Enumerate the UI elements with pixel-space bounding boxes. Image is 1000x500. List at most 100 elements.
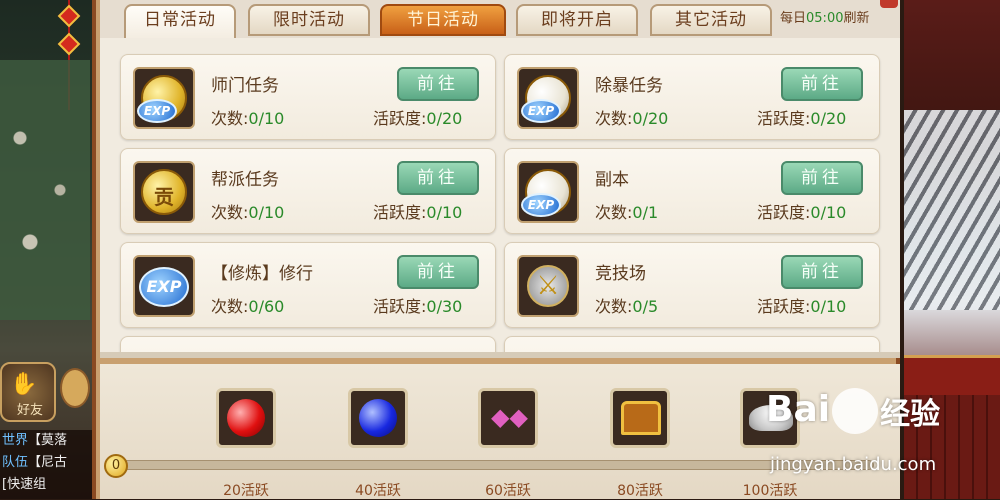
refresh-time: 05:00	[806, 11, 844, 26]
go-button[interactable]: 前往	[397, 161, 479, 195]
activity-count: 次数:0/1	[595, 199, 658, 223]
tab-other[interactable]: 其它活动	[650, 4, 772, 36]
tree-foliage	[0, 60, 90, 320]
baidu-watermark: Bai 经验	[766, 388, 940, 434]
tab-upcoming[interactable]: 即将开启	[516, 4, 638, 36]
lantern-knot	[57, 4, 81, 28]
milestone-label: 40活跃	[355, 483, 401, 499]
go-button[interactable]: 前往	[397, 255, 479, 289]
activity-name: 除暴任务	[595, 76, 663, 96]
exp-badge: EXP	[521, 193, 561, 217]
count-value: 0/10	[248, 203, 285, 222]
game-scene-left: ✋ 好友 世界【莫落 队伍【尼古 [快速组	[0, 0, 92, 499]
activity-name: 帮派任务	[211, 170, 279, 190]
points-value: 0/20	[810, 109, 847, 128]
count-label: 次数:	[211, 109, 249, 128]
swords-glyph: ⚔	[536, 271, 560, 301]
chat-text: 【尼古	[28, 455, 68, 470]
activity-count: 次数:0/10	[211, 105, 284, 129]
reward-box-40[interactable]	[348, 388, 408, 448]
points-label: 活跃度:	[757, 109, 811, 128]
activity-card-partial	[504, 336, 880, 352]
activity-card: EXP 师门任务 前往 次数:0/10 活跃度:0/20	[120, 54, 496, 140]
activity-card: EXP 副本 前往 次数:0/1 活跃度:0/10	[504, 148, 880, 234]
points-label: 活跃度:	[373, 109, 427, 128]
watermark-url: jingyan.baidu.com	[770, 454, 937, 475]
points-value: 0/10	[810, 297, 847, 316]
count-value: 0/1	[632, 203, 659, 222]
points-label: 活跃度:	[757, 297, 811, 316]
activity-points: 活跃度:0/10	[757, 199, 846, 223]
handshake-icon: ✋	[10, 372, 38, 397]
points-label: 活跃度:	[373, 203, 427, 222]
tab-bar: 日常活动 限时活动 节日活动 即将开启 其它活动 每日05:00刷新	[100, 0, 900, 40]
count-value: 0/5	[632, 297, 659, 316]
tab-limited[interactable]: 限时活动	[248, 4, 370, 36]
friend-button[interactable]: ✋ 好友	[0, 362, 56, 422]
milestone-label: 20活跃	[223, 483, 269, 499]
chat-channel-tag: 队伍	[2, 455, 29, 470]
go-button[interactable]: 前往	[781, 255, 863, 289]
watermark-brand: Bai	[766, 389, 831, 430]
activity-progress-track	[114, 460, 874, 470]
chat-text: 【莫落	[28, 433, 68, 448]
milestone-label: 80活跃	[617, 483, 663, 499]
side-avatar[interactable]	[60, 368, 90, 408]
activity-points: 活跃度:0/20	[757, 105, 846, 129]
tab-daily[interactable]: 日常活动	[124, 4, 236, 40]
gold-coin: 贡	[141, 169, 187, 215]
watermark-cn: 经验	[880, 397, 941, 432]
close-icon[interactable]	[880, 0, 898, 8]
milestone-label: 60活跃	[485, 483, 531, 499]
swords-emblem: ⚔	[527, 265, 569, 307]
activity-count: 次数:0/20	[595, 105, 668, 129]
activity-card: EXP 【修炼】修行 前往 次数:0/60 活跃度:0/30	[120, 242, 496, 328]
refresh-notice: 每日05:00刷新	[780, 6, 870, 32]
chat-channel-tag: 世界	[2, 433, 29, 448]
exp-badge: EXP	[521, 99, 561, 123]
paw-icon	[832, 388, 879, 434]
treasure-chest-icon	[621, 401, 661, 435]
count-label: 次数:	[595, 203, 633, 222]
count-label: 次数:	[595, 297, 633, 316]
count-value: 0/10	[248, 109, 285, 128]
activity-count: 次数:0/60	[211, 293, 284, 317]
activity-count: 次数:0/10	[211, 199, 284, 223]
reward-box-20[interactable]	[216, 388, 276, 448]
count-value: 0/60	[248, 297, 285, 316]
pink-gems-icon: ◆◆	[491, 403, 528, 431]
count-label: 次数:	[211, 203, 249, 222]
go-button[interactable]: 前往	[781, 67, 863, 101]
reward-box-80[interactable]	[610, 388, 670, 448]
go-button[interactable]: 前往	[397, 67, 479, 101]
progress-start-badge: 0	[104, 454, 128, 478]
points-value: 0/10	[810, 203, 847, 222]
count-label: 次数:	[211, 297, 249, 316]
exp-badge: EXP	[139, 267, 189, 307]
exp-icon: EXP	[133, 255, 195, 317]
refresh-suffix: 刷新	[843, 11, 870, 26]
tab-festival[interactable]: 节日活动	[380, 4, 506, 36]
coin-glyph: 贡	[154, 185, 174, 209]
activity-count: 次数:0/5	[595, 293, 658, 317]
taiji-exp-icon: EXP	[517, 161, 579, 223]
activity-name: 师门任务	[211, 76, 279, 96]
refresh-prefix: 每日	[780, 11, 807, 26]
activity-card-partial	[120, 336, 496, 352]
activity-card: 贡 帮派任务 前往 次数:0/10 活跃度:0/10	[120, 148, 496, 234]
activity-points: 活跃度:0/20	[373, 105, 462, 129]
chat-line: 队伍【尼古	[0, 452, 92, 474]
gold-coin-exp-icon: EXP	[133, 67, 195, 129]
points-value: 0/10	[426, 203, 463, 222]
silver-coin-exp-icon: EXP	[517, 67, 579, 129]
count-label: 次数:	[595, 109, 633, 128]
contribution-coin-icon: 贡	[133, 161, 195, 223]
reward-box-60[interactable]: ◆◆	[478, 388, 538, 448]
activity-list[interactable]: EXP 师门任务 前往 次数:0/10 活跃度:0/20 EXP 除暴任务 前往…	[100, 38, 900, 358]
red-orb-icon	[227, 399, 265, 437]
points-label: 活跃度:	[757, 203, 811, 222]
chat-panel[interactable]: 世界【莫落 队伍【尼古 [快速组	[0, 430, 92, 499]
count-value: 0/20	[632, 109, 669, 128]
exp-badge: EXP	[137, 99, 177, 123]
go-button[interactable]: 前往	[781, 161, 863, 195]
